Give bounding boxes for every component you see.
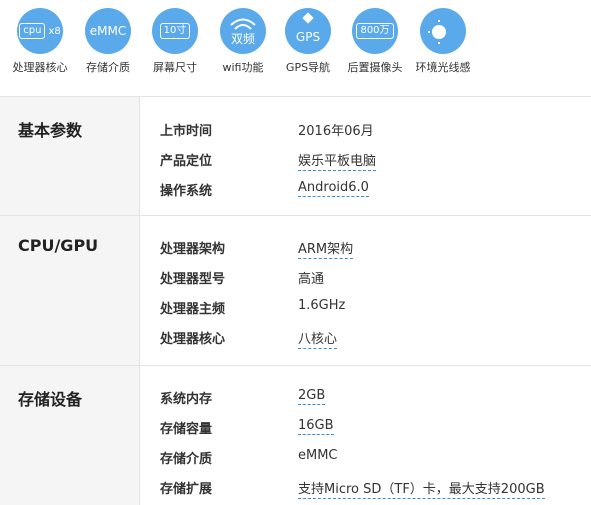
spec-row: 产品定位 娱乐平板电脑 bbox=[160, 147, 590, 171]
spec-value: eMMC bbox=[298, 448, 338, 463]
spec-key: 处理器主频 bbox=[160, 302, 226, 317]
feature-label: 后置摄像头 bbox=[347, 61, 403, 74]
gps-glyph: GPS bbox=[295, 30, 321, 44]
camera-icon: 800万 bbox=[352, 8, 398, 54]
spec-value-link[interactable]: Android6.0 bbox=[298, 180, 369, 197]
spec-key: 系统内存 bbox=[160, 392, 213, 407]
cpu-count-glyph: x8 bbox=[48, 25, 61, 37]
sun-moon-icon bbox=[428, 20, 451, 44]
wifi-icon: 双频 bbox=[220, 8, 266, 54]
spec-key: 上市时间 bbox=[160, 124, 213, 139]
feature-label: 环境光线感 bbox=[415, 61, 471, 74]
spec-row: 上市时间 2016年06月 bbox=[160, 117, 590, 141]
spec-row: 操作系统 Android6.0 bbox=[160, 177, 590, 201]
spec-section-storage: 存储设备 系统内存 2GB 存储容量 16GB 存储介质 eMMC 存储扩展 支… bbox=[0, 365, 591, 505]
feature-icon-strip: cpu x8 处理器核心 eMMC 存储介质 10寸 屏幕尺寸 双频 wifi功… bbox=[0, 0, 591, 96]
section-title: 基本参数 bbox=[18, 121, 83, 140]
screen-glyph: 10寸 bbox=[159, 23, 191, 39]
spec-value-link[interactable]: 16GB bbox=[298, 418, 334, 435]
spec-value: 高通 bbox=[298, 272, 325, 287]
spec-key: 处理器核心 bbox=[160, 332, 226, 347]
section-header: CPU/GPU bbox=[0, 216, 140, 366]
feature-cpu-cores[interactable]: cpu x8 处理器核心 bbox=[4, 8, 76, 75]
spec-row: 处理器主频 1.6GHz bbox=[160, 295, 590, 319]
spec-row: 存储容量 16GB bbox=[160, 415, 590, 439]
wifi-glyph: 双频 bbox=[230, 31, 255, 46]
feature-label: GPS导航 bbox=[285, 61, 331, 74]
spec-row: 系统内存 2GB bbox=[160, 385, 590, 409]
feature-wifi[interactable]: 双频 wifi功能 bbox=[207, 8, 279, 75]
spec-key: 操作系统 bbox=[160, 184, 213, 199]
spec-key: 存储容量 bbox=[160, 422, 213, 437]
spec-key: 产品定位 bbox=[160, 154, 213, 169]
section-title: 存储设备 bbox=[18, 390, 83, 409]
storage-icon: eMMC bbox=[85, 8, 131, 54]
spec-row: 处理器核心 八核心 bbox=[160, 325, 590, 349]
camera-glyph: 800万 bbox=[356, 23, 394, 39]
spec-value: 2016年06月 bbox=[298, 124, 374, 139]
section-header: 存储设备 bbox=[0, 366, 140, 505]
spec-value-link[interactable]: ARM架构 bbox=[298, 238, 354, 259]
spec-value-link[interactable]: 2GB bbox=[298, 388, 326, 405]
feature-label: 屏幕尺寸 bbox=[153, 61, 197, 74]
spec-key: 存储扩展 bbox=[160, 482, 213, 497]
spec-section-cpu-gpu: CPU/GPU 处理器架构 ARM架构 处理器型号 高通 处理器主频 1.6GH… bbox=[0, 215, 591, 366]
cpu-chip-icon: cpu x8 bbox=[17, 8, 63, 54]
screen-size-icon: 10寸 bbox=[152, 8, 198, 54]
satellite-icon: GPS bbox=[285, 8, 331, 54]
feature-light-sensor[interactable]: 环境光线感 bbox=[407, 8, 479, 75]
spec-value: 1.6GHz bbox=[298, 298, 346, 313]
light-sensor-icon bbox=[420, 8, 466, 54]
storage-glyph: eMMC bbox=[89, 24, 127, 38]
spec-key: 存储介质 bbox=[160, 452, 213, 467]
spec-key: 处理器型号 bbox=[160, 272, 226, 287]
spec-row: 存储介质 eMMC bbox=[160, 445, 590, 469]
feature-label: wifi功能 bbox=[222, 61, 264, 74]
spec-value-link[interactable]: 支持Micro SD（TF）卡，最大支持200GB bbox=[298, 478, 545, 499]
section-title: CPU/GPU bbox=[18, 236, 99, 255]
feature-gps[interactable]: GPS GPS导航 bbox=[272, 8, 344, 75]
cpu-glyph: cpu bbox=[19, 23, 46, 39]
feature-label: 存储介质 bbox=[86, 61, 130, 74]
feature-label: 处理器核心 bbox=[12, 61, 68, 74]
spec-key: 处理器架构 bbox=[160, 242, 226, 257]
spec-row: 存储扩展 支持Micro SD（TF）卡，最大支持200GB bbox=[160, 475, 590, 499]
feature-screen-size[interactable]: 10寸 屏幕尺寸 bbox=[139, 8, 211, 75]
spec-value-link[interactable]: 娱乐平板电脑 bbox=[298, 150, 377, 171]
feature-storage[interactable]: eMMC 存储介质 bbox=[72, 8, 144, 75]
spec-row: 处理器型号 高通 bbox=[160, 265, 590, 289]
feature-rear-camera[interactable]: 800万 后置摄像头 bbox=[339, 8, 411, 75]
spec-row: 处理器架构 ARM架构 bbox=[160, 235, 590, 259]
spec-section-basic: 基本参数 上市时间 2016年06月 产品定位 娱乐平板电脑 操作系统 Andr… bbox=[0, 96, 591, 216]
section-header: 基本参数 bbox=[0, 97, 140, 216]
spec-value-link[interactable]: 八核心 bbox=[298, 328, 338, 349]
